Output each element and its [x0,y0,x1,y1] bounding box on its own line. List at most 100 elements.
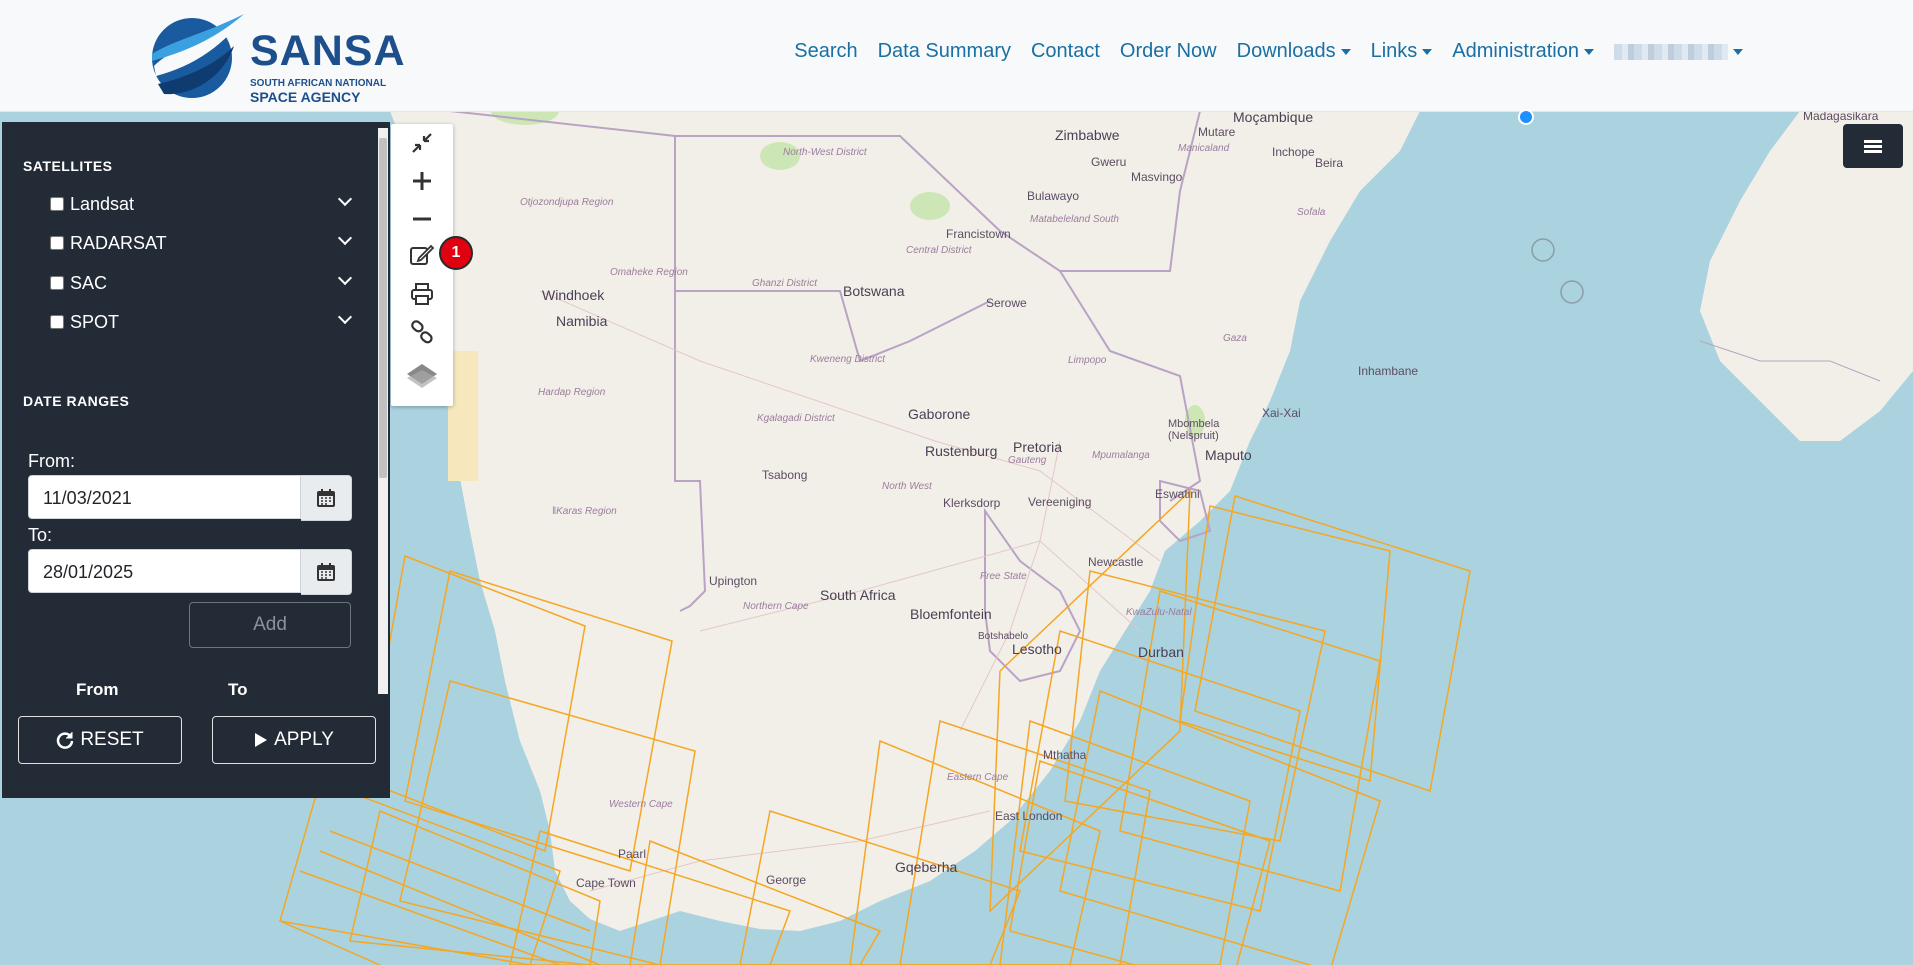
to-date-input[interactable]: 28/01/2025 [28,549,302,593]
map-label-newcastle: Newcastle [1088,555,1144,569]
map-label-eswatini: Eswatini [1155,487,1200,501]
nav-user-dropdown[interactable] [1604,40,1753,63]
map-label-upington: Upington [709,574,758,588]
from-date-input[interactable]: 11/03/2021 [28,475,302,519]
layers-icon[interactable] [391,356,453,394]
caret-down-icon [1584,48,1594,55]
map-region-matabeleland-south: Matabeleland South [1030,214,1119,225]
map-label-inhambane: Inhambane [1358,364,1419,378]
map-label-vereeniging: Vereeniging [1028,495,1092,509]
map-label-tsabong: Tsabong [762,468,808,482]
map-label-mbombela: Mbombela (Nelspruit) [1168,418,1220,442]
map-label-masvingo: Masvingo [1131,170,1183,184]
nav-downloads-dropdown[interactable]: Downloads [1227,40,1361,63]
caret-down-icon [1422,48,1433,55]
map-label-beira: Beira [1315,156,1344,170]
collapse-icon[interactable] [391,124,453,162]
nav-links-label: Links [1370,40,1418,62]
nav-links-dropdown[interactable]: Links [1361,40,1443,63]
main-nav: Search Data Summary Contact Order Now Do… [784,40,1753,63]
spot-checkbox[interactable] [50,315,64,329]
to-calendar-button[interactable] [301,549,352,595]
map-region-mpumalanga: Mpumalanga [1092,450,1150,461]
map-region-gaza: Gaza [1223,333,1247,344]
map-region-ghanzi: Ghanzi District [752,278,818,289]
from-date-group: 11/03/2021 [28,475,352,521]
from-label: From: [28,451,75,471]
nav-data-summary[interactable]: Data Summary [868,40,1021,63]
map-region-eastern-cape: Eastern Cape [947,772,1009,783]
sidebar-scrollbar[interactable] [378,128,388,694]
reset-label: RESET [80,729,144,750]
map-region-otjozondjupa: Otjozondjupa Region [520,197,614,208]
apply-button[interactable]: APPLY [212,716,376,764]
print-icon[interactable] [391,275,453,313]
notification-badge[interactable]: 1 [439,236,473,270]
brand-title: SANSA [250,27,406,75]
map-label-botshabelo: Botshabelo [978,631,1029,642]
nav-order-now[interactable]: Order Now [1110,40,1227,63]
map-label-inchope: Inchope [1272,145,1315,159]
map-label-george: George [766,873,807,887]
landsat-checkbox[interactable] [50,197,64,211]
map-label-cape-town: Cape Town [576,876,636,890]
map-label-gqeberha: Gqeberha [895,859,958,875]
scrollbar-thumb[interactable] [379,138,387,478]
chevron-down-icon[interactable] [337,230,353,246]
land-southern-africa [300,111,1420,931]
map-region-karas: ǁKaras Region [552,506,617,517]
chevron-down-icon[interactable] [337,191,353,207]
satellite-label: RADARSAT [70,232,167,253]
table-header-from: From [76,680,119,696]
brand-subtitle-2: SPACE AGENCY [250,89,361,105]
hamburger-menu-button[interactable] [1843,124,1903,168]
map-label-east-london: East London [995,809,1063,823]
nav-contact[interactable]: Contact [1021,40,1110,63]
map-label-pretoria: Pretoria [1013,439,1063,455]
caret-down-icon [1733,48,1743,55]
radarsat-checkbox[interactable] [50,236,64,250]
map-region-limpopo: Limpopo [1068,355,1107,366]
map-label-gaborone: Gaborone [908,406,971,422]
sidebar-scroll-area[interactable]: SATELLITES Landsat RADARSAT SAC SPOT DAT… [2,122,376,696]
satellite-radarsat[interactable]: RADARSAT [50,230,353,255]
sidebar-footer: RESET APPLY [2,696,390,798]
map-label-francistown: Francistown [946,227,1011,241]
map-label-mutare: Mutare [1198,125,1236,139]
add-date-range-button[interactable]: Add [189,602,351,648]
map-label-botswana: Botswana [843,283,905,299]
map-label-madagasikara: Madagasikara [1803,111,1879,123]
map-label-gweru: Gweru [1091,155,1127,169]
nav-administration-dropdown[interactable]: Administration [1442,40,1604,63]
zoom-in-icon[interactable] [391,162,453,200]
link-icon[interactable] [391,313,453,351]
satellite-spot[interactable]: SPOT [50,309,353,334]
sansa-logo[interactable]: SANSA SOUTH AFRICAN NATIONAL SPACE AGENC… [144,6,405,105]
table-header-to: To [228,680,248,696]
from-calendar-button[interactable] [301,475,352,521]
nav-search[interactable]: Search [784,40,867,63]
chevron-down-icon[interactable] [337,270,353,286]
map-region-north-west: North West [882,481,932,492]
map-label-namibia: Namibia [556,313,608,329]
map-region-manicaland: Manicaland [1178,143,1230,154]
top-navbar: SANSA SOUTH AFRICAN NATIONAL SPACE AGENC… [0,0,1913,112]
map-label-durban: Durban [1138,644,1184,660]
map-label-maputo: Maputo [1205,447,1252,463]
map-region-hardap: Hardap Region [538,387,606,398]
map-region-omaheke: Omaheke Region [610,267,688,278]
map-region-free-state: Free State [980,571,1027,582]
to-label: To: [28,525,53,545]
map-label-mthatha: Mthatha [1043,748,1087,762]
map-region-kwazulu-natal: KwaZulu-Natal [1126,607,1192,618]
map-region-north-west-district: North-West District [783,147,867,158]
reset-button[interactable]: RESET [18,716,182,764]
zoom-out-icon[interactable] [391,200,453,238]
sac-checkbox[interactable] [50,276,64,290]
map-label-zimbabwe: Zimbabwe [1055,127,1120,143]
location-marker[interactable] [1518,109,1534,125]
satellite-sac[interactable]: SAC [50,270,353,295]
map-label-bloemfontein: Bloemfontein [910,606,992,622]
chevron-down-icon[interactable] [337,309,353,325]
satellite-landsat[interactable]: Landsat [50,191,353,216]
